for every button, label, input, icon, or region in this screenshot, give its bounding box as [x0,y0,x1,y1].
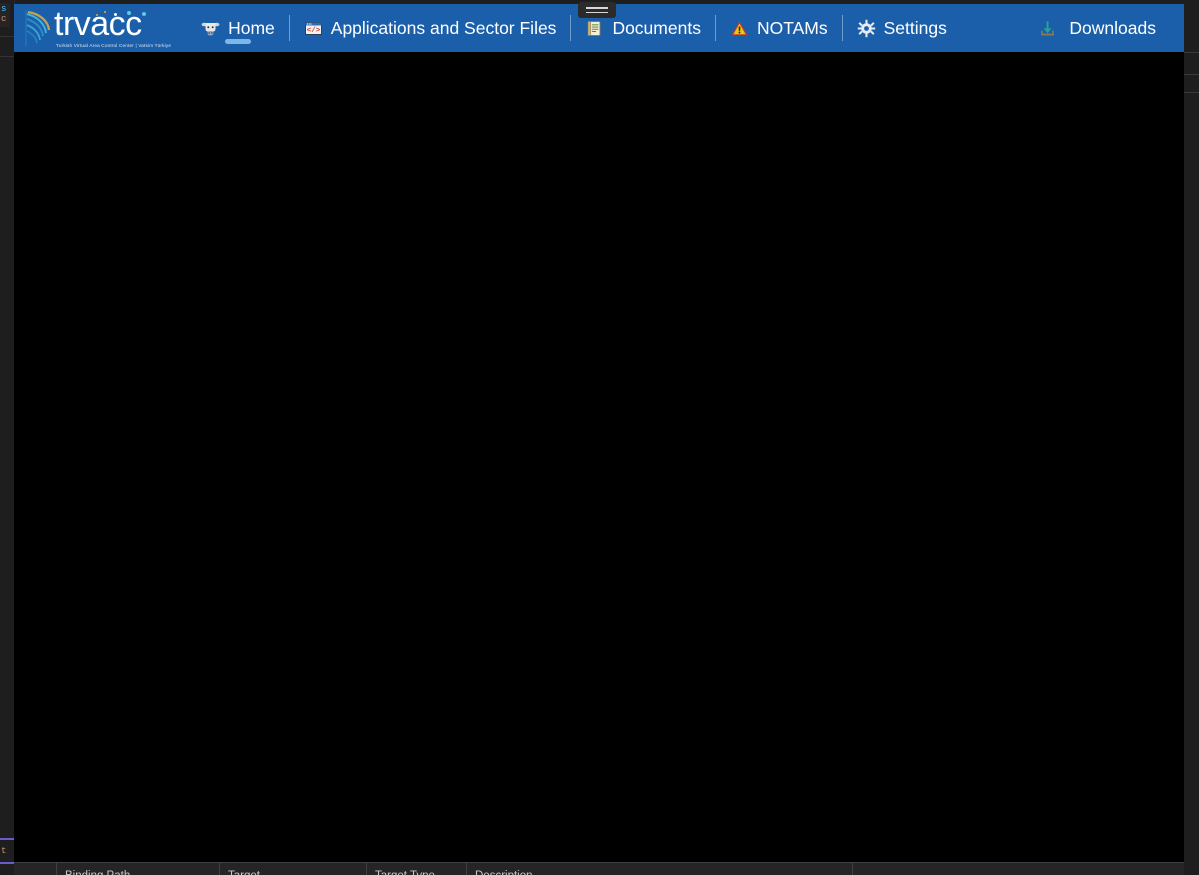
brand-logo[interactable]: trvacc Turkish Virtual Area Control Cent… [14,4,177,52]
binding-row-gutter [14,863,57,875]
drag-handle-overlay[interactable] [578,2,616,18]
app-bottom-edge-mask [14,845,1184,862]
handle-bar-1 [586,7,608,9]
cow-head-icon [201,19,220,38]
ide-right-divider-1 [1184,52,1199,53]
brand-tagline: Turkish Virtual Area Control Center | Va… [56,43,172,48]
ide-right-divider-2 [1184,74,1199,75]
ide-code-fragment-3: t [1,846,7,856]
logo-sparkles [94,10,164,20]
binding-inspector-panel: Binding Path Target Target Type Descript… [14,862,1184,875]
svg-text:</>: </> [307,27,321,35]
warning-triangle-icon [730,19,749,38]
app-root: s c t trvacc Turkish Virtual Area Contro… [0,0,1199,875]
nav-active-indicator [224,39,251,44]
binding-column-header-description[interactable]: Description [467,863,853,875]
binding-column-header-target-type[interactable]: Target Type [367,863,467,875]
download-arrow-icon [1038,19,1057,38]
main-content-area [14,52,1184,862]
ide-selection-bar-bottom [0,862,14,864]
background-ide-right-strip [1184,0,1199,875]
handle-bar-2 [586,11,608,13]
nav-item-home-label: Home [228,17,275,38]
binding-column-header-binding-path[interactable]: Binding Path [57,863,220,875]
trvacc-swoosh-logo-icon [22,8,52,48]
gear-icon [857,19,876,38]
nav-item-settings-label: Settings [883,17,947,38]
binding-column-header-extra[interactable] [853,863,1183,875]
code-window-icon: </> [304,19,323,38]
document-notepad-icon [585,19,604,38]
nav-item-notams-label: NOTAMs [756,17,828,38]
ide-right-divider-3 [1184,92,1199,93]
downloads-label: Downloads [1069,17,1156,38]
ide-code-fragment-2: c [1,14,7,24]
binding-column-header-target[interactable]: Target [220,863,367,875]
ide-divider-b [0,56,14,57]
nav-item-home[interactable]: Home [187,4,289,52]
nav-item-applications[interactable]: </> Applications and Sector Files [290,4,571,52]
nav-item-settings[interactable]: Settings [843,4,961,52]
nav-right-group: Downloads [1020,4,1184,52]
nav-item-applications-label: Applications and Sector Files [330,17,557,38]
ide-code-fragment-1: s [1,4,7,14]
binding-table-header-row: Binding Path Target Target Type Descript… [14,863,1184,875]
nav-item-documents-label: Documents [612,17,701,38]
nav-item-notams[interactable]: NOTAMs [716,4,842,52]
downloads-button[interactable]: Downloads [1020,4,1174,52]
background-ide-left-strip: s c t [0,0,15,875]
ide-divider-a [0,36,14,37]
ide-selection-bar-top [0,838,14,840]
